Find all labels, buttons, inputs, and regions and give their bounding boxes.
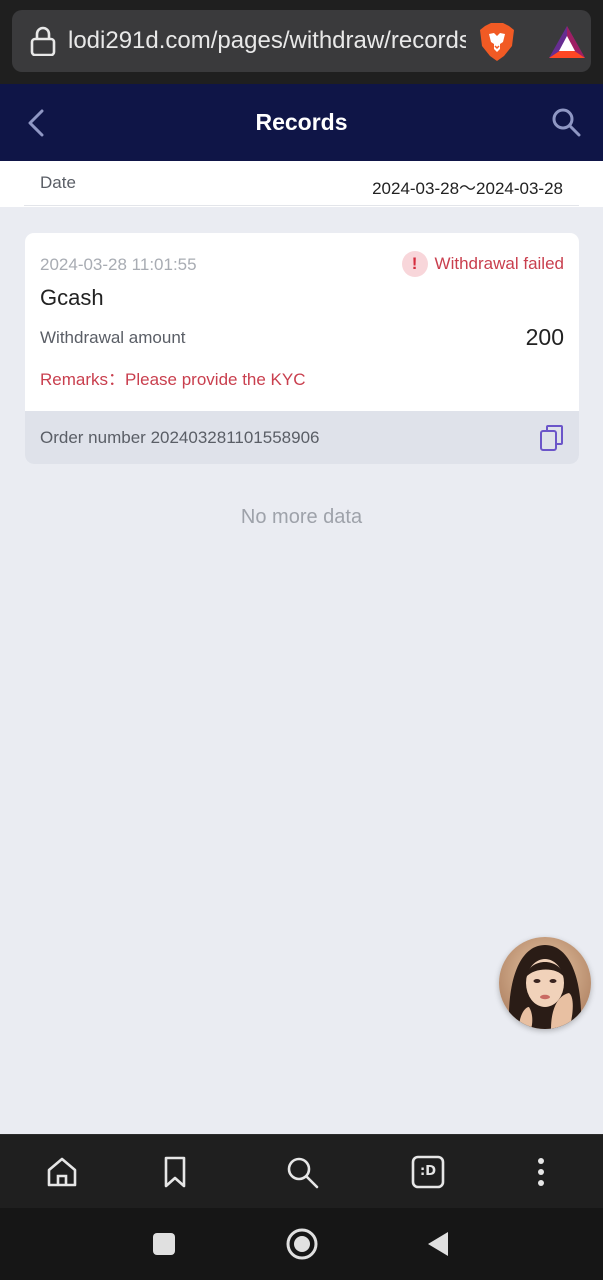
status-badge: ! Withdrawal failed bbox=[401, 251, 564, 277]
bookmark-icon[interactable] bbox=[157, 1154, 193, 1190]
date-filter[interactable]: Date 2024-03-28～2024-03-28 bbox=[24, 161, 579, 206]
bat-triangle-icon[interactable] bbox=[547, 24, 587, 60]
order-number-bar: Order number 202403281101558906 bbox=[25, 411, 579, 464]
recents-square-icon[interactable] bbox=[152, 1232, 176, 1256]
home-circle-icon[interactable] bbox=[285, 1227, 319, 1261]
page-title: Records bbox=[255, 109, 348, 135]
search-icon[interactable] bbox=[284, 1154, 320, 1190]
chevron-left-icon[interactable] bbox=[20, 106, 54, 140]
amount-value: 200 bbox=[525, 324, 564, 350]
search-icon[interactable] bbox=[550, 106, 582, 138]
order-number: Order number 202403281101558906 bbox=[40, 428, 319, 448]
url-text[interactable]: lodi291d.com/pages/withdraw/records bbox=[68, 26, 466, 56]
lock-icon bbox=[30, 26, 56, 56]
payment-method: Gcash bbox=[40, 285, 104, 310]
order-number-label: Order number bbox=[40, 428, 146, 447]
error-exclamation-icon: ! bbox=[401, 251, 428, 277]
remarks: Remarks：Please provide the KYC bbox=[40, 365, 306, 390]
browser-top-bar: lodi291d.com/pages/withdraw/records bbox=[0, 0, 603, 84]
brave-lion-icon[interactable] bbox=[478, 22, 516, 62]
back-triangle-icon[interactable] bbox=[426, 1230, 450, 1258]
copy-icon[interactable] bbox=[539, 424, 565, 452]
address-bar[interactable]: lodi291d.com/pages/withdraw/records bbox=[12, 10, 591, 72]
tabs-icon[interactable]: :D bbox=[410, 1154, 446, 1190]
status-text: Withdrawal failed bbox=[434, 254, 564, 273]
avatar-portrait-icon bbox=[499, 937, 591, 1029]
tabs-badge: :D bbox=[420, 1164, 436, 1179]
more-vertical-icon[interactable] bbox=[523, 1154, 559, 1190]
withdrawal-record-card[interactable]: 2024-03-28 11:01:55 ! Withdrawal failed … bbox=[25, 233, 579, 464]
home-icon[interactable] bbox=[44, 1154, 80, 1190]
record-timestamp: 2024-03-28 11:01:55 bbox=[40, 255, 197, 274]
date-label: Date bbox=[40, 173, 76, 192]
browser-bottom-toolbar: :D bbox=[0, 1134, 603, 1208]
date-filter-row: Date 2024-03-28～2024-03-28 bbox=[0, 161, 603, 207]
remarks-label: Remarks： bbox=[40, 370, 126, 389]
amount-label: Withdrawal amount bbox=[40, 328, 186, 347]
order-number-value: 202403281101558906 bbox=[150, 428, 320, 447]
date-range-value[interactable]: 2024-03-28～2024-03-28 bbox=[372, 174, 563, 199]
app-header: Records bbox=[0, 84, 603, 161]
support-avatar[interactable] bbox=[499, 937, 591, 1029]
android-nav-bar bbox=[0, 1208, 603, 1280]
remarks-text: Please provide the KYC bbox=[125, 370, 306, 389]
no-more-data-text: No more data bbox=[240, 506, 363, 528]
